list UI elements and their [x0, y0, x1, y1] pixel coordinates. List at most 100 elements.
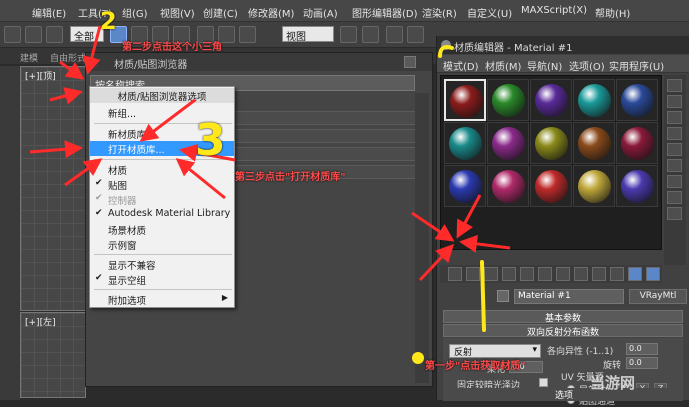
tab-freeform[interactable]: 自由形式 [50, 51, 86, 64]
material-sphere [621, 127, 654, 160]
menu-views[interactable]: 视图(V) [160, 5, 195, 20]
pivot-icon[interactable] [340, 26, 357, 43]
snaps-toggle-icon[interactable] [386, 26, 403, 43]
menu-animation[interactable]: 动画(A) [303, 5, 338, 20]
sample-slot[interactable] [573, 165, 615, 207]
show-end-result-icon[interactable] [610, 267, 624, 281]
sample-type-icon[interactable] [667, 79, 682, 92]
sample-slot[interactable] [616, 165, 658, 207]
me-menu-mode[interactable]: 模式(D) [443, 58, 479, 73]
unlink-icon[interactable] [25, 26, 42, 43]
viewport-top[interactable]: [+][顶] [20, 66, 86, 311]
go-forward-sibling-icon[interactable] [646, 267, 660, 281]
make-unique-icon[interactable] [538, 267, 552, 281]
material-id-icon[interactable] [574, 267, 588, 281]
select-by-material-icon[interactable] [667, 191, 682, 204]
sample-slot[interactable] [573, 122, 615, 164]
menu-maxscript[interactable]: MAXScript(X) [521, 5, 587, 16]
check-icon: ✔ [95, 178, 103, 188]
menu-item-sample-slots[interactable]: 示例窗 [90, 237, 234, 252]
material-sphere [578, 170, 611, 203]
rollout-options[interactable]: 选项 [443, 388, 683, 401]
tab-modeling[interactable]: 建模 [20, 51, 38, 64]
scale-icon[interactable] [239, 26, 256, 43]
options-icon[interactable] [667, 175, 682, 188]
menu-customize[interactable]: 自定义(U) [467, 5, 512, 20]
select-and-manipulate-icon[interactable] [362, 26, 379, 43]
rollout-brdf[interactable]: 双向反射分布函数 [443, 324, 683, 338]
menu-separator [94, 254, 232, 255]
close-icon[interactable] [404, 56, 416, 68]
menu-modifiers[interactable]: 修改器(M) [248, 5, 294, 20]
menu-item-scene-materials[interactable]: 场景材质 [90, 222, 234, 237]
menu-graph-editors[interactable]: 图形编辑器(D) [352, 5, 418, 20]
rotation-spinner[interactable]: 0.0 [626, 357, 658, 369]
brdf-type-select[interactable]: 反射 ▾ [449, 344, 541, 358]
material-sphere [450, 85, 483, 118]
viewport-label[interactable]: [+][顶] [25, 69, 56, 82]
browser-title: 材质/贴图浏览器 [86, 53, 432, 71]
sample-slot[interactable] [616, 79, 658, 121]
menu-group[interactable]: 组(G) [122, 5, 148, 20]
anisotropy-spinner[interactable]: 0.0 [626, 343, 658, 355]
show-map-icon[interactable] [592, 267, 606, 281]
menu-item-maps[interactable]: ✔ 贴图 [90, 177, 234, 192]
sample-slot[interactable] [616, 122, 658, 164]
browser-group-row[interactable] [232, 129, 422, 143]
menu-item-additional-options[interactable]: 附加选项 ▶ [90, 292, 234, 307]
make-preview-icon[interactable] [667, 159, 682, 172]
backlight-icon[interactable] [667, 95, 682, 108]
reset-map-icon[interactable] [502, 267, 516, 281]
menu-create[interactable]: 创建(C) [203, 5, 238, 20]
sample-slot[interactable] [444, 165, 486, 207]
put-to-scene-icon[interactable] [466, 267, 480, 281]
reference-coordinate-select[interactable]: 视图 [282, 26, 334, 43]
get-material-icon[interactable] [448, 267, 462, 281]
rollout-basic-params[interactable]: 基本参数 [443, 310, 683, 324]
menu-item-label: 打开材质库... [108, 145, 165, 156]
fix-dark-edges-checkbox[interactable] [539, 378, 548, 387]
me-menu-options[interactable]: 选项(O) [569, 58, 605, 73]
material-navigator-icon[interactable] [667, 207, 682, 220]
bind-space-warp-icon[interactable] [46, 26, 63, 43]
menu-item-autodesk-library[interactable]: ✔ Autodesk Material Library [90, 207, 234, 222]
sample-slot[interactable] [487, 79, 529, 121]
material-name-field[interactable]: Material #1 [514, 289, 624, 304]
viewport-label[interactable]: [+][左] [25, 315, 56, 328]
assign-to-selection-icon[interactable] [484, 267, 498, 281]
sample-slot[interactable] [530, 165, 572, 207]
browser-scrollbar[interactable] [415, 93, 429, 383]
selection-filter-select[interactable]: 全部 [70, 26, 104, 43]
sample-slot[interactable] [530, 122, 572, 164]
menu-edit[interactable]: 编辑(E) [32, 5, 66, 20]
me-menu-utilities[interactable]: 实用程序(U) [609, 58, 664, 73]
material-type-button[interactable]: VRayMtl [629, 289, 687, 304]
sample-slot[interactable] [444, 122, 486, 164]
put-to-library-icon[interactable] [556, 267, 570, 281]
background-icon[interactable] [667, 111, 682, 124]
menu-item-show-empty-groups[interactable]: ✔ 显示空组 [90, 272, 234, 287]
browser-group-row[interactable] [232, 147, 422, 161]
side-toolbar [664, 75, 686, 265]
browser-group-row[interactable] [232, 111, 422, 125]
sample-slot[interactable] [487, 122, 529, 164]
menu-help[interactable]: 帮助(H) [595, 5, 630, 20]
menu-item-show-incompatible[interactable]: 显示不兼容 [90, 257, 234, 272]
sample-slot[interactable] [573, 79, 615, 121]
viewport-left[interactable]: [+][左] [20, 312, 86, 398]
anisotropy-label: 各向异性 (-1..1) [547, 347, 614, 357]
me-menu-navigation[interactable]: 导航(N) [527, 58, 562, 73]
me-menu-material[interactable]: 材质(M) [485, 58, 521, 73]
sample-slot[interactable] [530, 79, 572, 121]
material-name-row: Material #1 VRayMtl [437, 288, 689, 306]
delete-icon[interactable] [520, 267, 534, 281]
angle-snap-icon[interactable] [407, 26, 424, 43]
eyedropper-icon[interactable] [497, 290, 509, 302]
video-color-check-icon[interactable] [667, 143, 682, 156]
uv-tiling-icon[interactable] [667, 127, 682, 140]
sample-slot[interactable] [444, 79, 486, 121]
sample-slot[interactable] [487, 165, 529, 207]
link-icon[interactable] [4, 26, 21, 43]
go-to-parent-icon[interactable] [628, 267, 642, 281]
menu-rendering[interactable]: 渲染(R) [422, 5, 457, 20]
